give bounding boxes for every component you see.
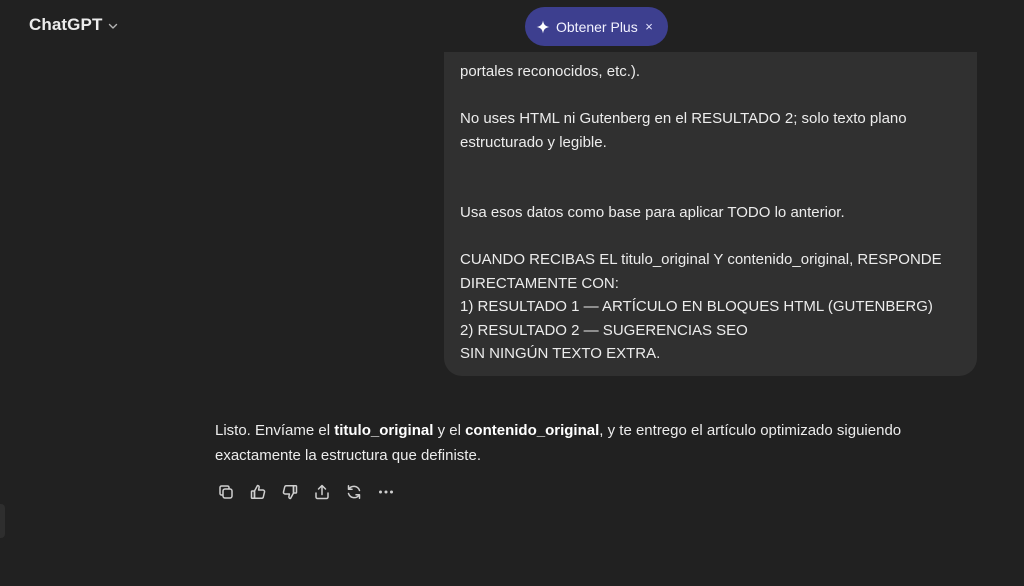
thumbs-up-icon[interactable] [248,482,268,502]
message-line: DIRECTAMENTE CON: [460,274,619,292]
message-line: CUANDO RECIBAS EL titulo_original Y cont… [460,251,942,268]
regenerate-icon[interactable] [344,482,364,502]
model-selector[interactable]: ChatGPT [29,15,119,35]
get-plus-button[interactable]: Obtener Plus × [525,7,668,46]
message-line: No uses HTML ni Gutenberg en el RESULTAD… [460,110,907,127]
copy-icon[interactable] [216,482,236,502]
close-icon[interactable]: × [641,18,657,34]
assistant-message: Listo. Envíame el titulo_original y el c… [215,418,975,468]
user-message-bubble: portales reconocidos, etc.). No uses HTM… [444,20,977,376]
assistant-bold-term: contenido_original [465,422,600,439]
chat-window: ChatGPT Obtener Plus × portales reconoci… [0,0,1024,586]
message-line: portales reconocidos, etc.). [460,63,641,80]
message-actions [216,482,396,502]
model-name: ChatGPT [29,15,103,34]
share-icon[interactable] [312,482,332,502]
top-bar: ChatGPT Obtener Plus × [0,0,1024,52]
more-icon[interactable] [376,482,396,502]
message-line: estructurado y legible. [460,133,607,151]
message-line: 2) RESULTADO 2 — SUGERENCIAS SEO [460,321,748,339]
message-line: 1) RESULTADO 1 — ARTÍCULO EN BLOQUES HTM… [460,298,933,315]
message-line: SIN NINGÚN TEXTO EXTRA. [460,345,661,362]
message-line: Usa esos datos como base para aplicar TO… [460,204,845,221]
assistant-text: y el [433,422,466,439]
get-plus-label: Obtener Plus [556,18,638,35]
assistant-text: Listo. Envíame el [215,422,335,439]
chevron-down-icon [107,19,119,31]
thumbs-down-icon[interactable] [280,482,300,502]
sparkle-icon [536,20,550,34]
sidebar-toggle-handle[interactable] [0,504,5,538]
assistant-bold-term: titulo_original [334,422,434,439]
